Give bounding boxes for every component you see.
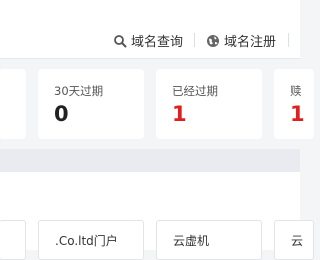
stat-label: 已经过期 xyxy=(172,84,218,98)
stat-card-30-day-expiry[interactable]: 30天过期 0 xyxy=(38,69,144,139)
stat-card-expired[interactable]: 已经过期 1 xyxy=(156,69,262,139)
product-tile-cloud[interactable]: 云 xyxy=(274,220,314,260)
stat-value: 0 xyxy=(54,102,69,126)
product-tile-label: 云虚机 xyxy=(173,234,210,248)
nav-separator xyxy=(194,33,195,47)
section-divider xyxy=(0,149,300,172)
stat-label: 30天过期 xyxy=(54,84,104,98)
product-tile-label: 云 xyxy=(291,234,304,248)
nav-separator xyxy=(288,33,289,47)
top-header xyxy=(0,0,300,59)
globe-icon xyxy=(206,34,220,48)
stat-card-partial-left[interactable] xyxy=(0,69,26,139)
stat-value: 1 xyxy=(172,102,187,126)
domain-register-link[interactable]: 域名注册 xyxy=(206,31,276,50)
stat-label: 赎 xyxy=(290,84,302,98)
product-tile-virtual-host[interactable]: 云虚机 xyxy=(156,220,262,260)
stat-value: 1 xyxy=(290,102,305,126)
product-tile-coltd-portal[interactable]: .Co.ltd门户 xyxy=(38,220,144,260)
product-tile-partial-left[interactable] xyxy=(0,220,26,260)
domain-register-label: 域名注册 xyxy=(224,35,277,50)
domain-query-label: 域名查询 xyxy=(131,35,184,50)
search-icon xyxy=(113,34,127,48)
domain-query-link[interactable]: 域名查询 xyxy=(113,31,183,50)
product-tile-label: .Co.ltd门户 xyxy=(55,234,118,248)
stat-card-redemption[interactable]: 赎 1 xyxy=(274,69,314,139)
